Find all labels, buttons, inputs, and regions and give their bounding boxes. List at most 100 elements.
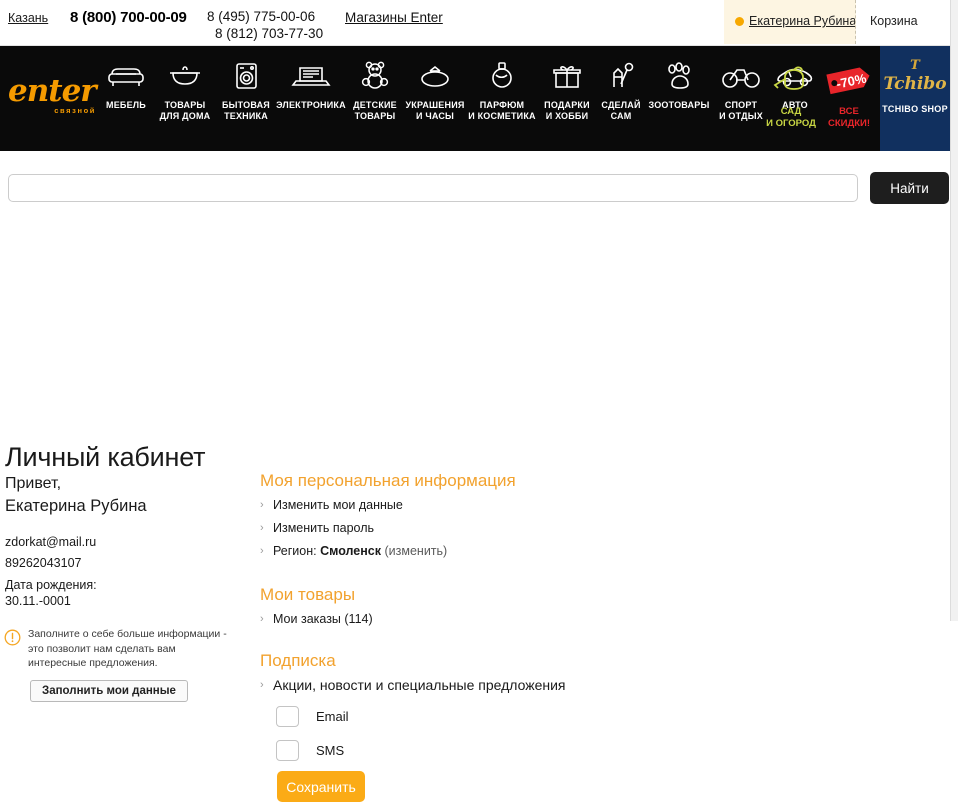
section-personal-info: Моя персональная информация › Изменить м… bbox=[260, 471, 516, 566]
nav-item-home-goods[interactable]: ТОВАРЫ ДЛЯ ДОМА bbox=[154, 56, 216, 122]
nav-item-label: ТОВАРЫ ДЛЯ ДОМА bbox=[159, 100, 211, 121]
section-my-goods: Мои товары › Мои заказы (114) bbox=[260, 585, 373, 634]
nav-item-label: ЭЛЕКТРОНИКА bbox=[276, 100, 346, 110]
link-label: Акции, новости и специальные предложения bbox=[273, 677, 566, 693]
subscription-option-sms[interactable]: SMS bbox=[276, 740, 344, 761]
subscription-option-email[interactable]: Email bbox=[276, 706, 349, 727]
tchibo-shop-block[interactable]: T Tchibo TCHIBO SHOP bbox=[880, 46, 950, 151]
promo-discounts[interactable]: -70% ВСЕ СКИДКИ! bbox=[820, 56, 878, 130]
secondary-phone-2: 8 (812) 703-77-30 bbox=[215, 26, 324, 41]
profile-notice: Заполните о себе больше информации - это… bbox=[4, 627, 229, 671]
birthdate-label: Дата рождения: bbox=[5, 578, 97, 592]
promo-label: ВСЕ СКИДКИ! bbox=[827, 106, 871, 129]
exclamation-circle-icon bbox=[4, 629, 21, 646]
nav-item-electronics[interactable]: ЭЛЕКТРОНИКА bbox=[276, 56, 346, 111]
promo-label: САД И ОГОРОД bbox=[766, 106, 816, 129]
nav-item-gifts[interactable]: ПОДАРКИ И ХОББИ bbox=[538, 56, 596, 122]
stores-link[interactable]: Магазины Enter bbox=[345, 10, 443, 25]
secondary-phone-1: 8 (495) 775-00-06 bbox=[207, 9, 316, 24]
nav-item-pets[interactable]: ЗООТОВАРЫ bbox=[646, 56, 712, 111]
pot-icon bbox=[154, 56, 216, 96]
section-title: Подписка bbox=[260, 651, 336, 670]
link-my-orders[interactable]: › Мои заказы (114) bbox=[260, 611, 373, 627]
nav-item-label: ПОДАРКИ И ХОББИ bbox=[544, 100, 590, 121]
birthdate-value: 30.11.-0001 bbox=[5, 594, 71, 608]
greeting-line-2: Екатерина Рубина bbox=[5, 497, 147, 515]
nav-item-label: ЗООТОВАРЫ bbox=[648, 100, 710, 110]
section-title: Моя персональная информация bbox=[260, 471, 516, 490]
ring-icon bbox=[404, 56, 466, 96]
fill-my-data-button[interactable]: Заполнить мои данные bbox=[30, 680, 188, 702]
region-value: Смоленск bbox=[320, 544, 382, 558]
city-link[interactable]: Казань bbox=[8, 11, 48, 25]
discount-tag-icon: -70% bbox=[820, 56, 878, 104]
greeting-block: Привет, Екатерина Рубина bbox=[5, 473, 147, 517]
nav-item-jewelry[interactable]: УКРАШЕНИЯ И ЧАСЫ bbox=[404, 56, 466, 122]
sms-checkbox-label: SMS bbox=[316, 743, 345, 758]
page-root: Казань 8 (800) 700-00-09 8 (495) 775-00-… bbox=[0, 0, 950, 802]
teddy-bear-icon bbox=[346, 56, 404, 96]
tchibo-shop-label: TCHIBO SHOP bbox=[882, 104, 948, 114]
chevron-right-icon: › bbox=[260, 545, 264, 557]
search-input[interactable] bbox=[8, 174, 858, 202]
region-change-link[interactable]: (изменить) bbox=[381, 544, 447, 558]
save-button[interactable]: Сохранить bbox=[277, 771, 365, 802]
user-birthdate: Дата рождения: 30.11.-0001 bbox=[5, 577, 97, 609]
paw-icon bbox=[646, 56, 712, 96]
nav-item-perfume[interactable]: ПАРФЮМ И КОСМЕТИКА bbox=[466, 56, 538, 122]
user-phone: 89262043107 bbox=[5, 556, 82, 570]
chevron-right-icon: › bbox=[260, 679, 264, 691]
user-email: zdorkat@mail.ru bbox=[5, 535, 97, 549]
gift-icon bbox=[538, 56, 596, 96]
link-edit-my-data[interactable]: › Изменить мои данные bbox=[260, 497, 516, 513]
email-checkbox[interactable] bbox=[276, 706, 299, 727]
nav-item-label: БЫТОВАЯ ТЕХНИКА bbox=[222, 100, 270, 121]
link-change-password[interactable]: › Изменить пароль bbox=[260, 520, 516, 536]
link-promos-news[interactable]: › Акции, новости и специальные предложен… bbox=[260, 677, 566, 693]
section-subscription: Подписка › Акции, новости и специальные … bbox=[260, 651, 566, 700]
tchibo-wordmark: Tchibo bbox=[883, 74, 947, 94]
logo-wordmark: enter bbox=[8, 73, 97, 109]
nav-items: МЕБЕЛЬ ТОВАРЫ ДЛЯ ДОМА БЫТОВАЯ ТЕХНИКА Э… bbox=[98, 46, 813, 151]
search-button[interactable]: Найти bbox=[870, 172, 949, 204]
secondary-phones: 8 (495) 775-00-06 8 (812) 703-77-30 bbox=[207, 8, 323, 42]
sms-checkbox[interactable] bbox=[276, 740, 299, 761]
nav-item-kids[interactable]: ДЕТСКИЕ ТОВАРЫ bbox=[346, 56, 404, 122]
status-dot-icon bbox=[735, 17, 744, 26]
nav-item-diy[interactable]: СДЕЛАЙ САМ bbox=[596, 56, 646, 122]
user-name-link[interactable]: Екатерина Рубина bbox=[749, 14, 855, 28]
nav-item-label: СДЕЛАЙ САМ bbox=[601, 100, 641, 121]
nav-item-label: УКРАШЕНИЯ И ЧАСЫ bbox=[405, 100, 465, 121]
chevron-right-icon: › bbox=[260, 499, 264, 511]
section-title: Мои товары bbox=[260, 585, 356, 604]
notice-text: Заполните о себе больше информации - это… bbox=[28, 628, 227, 669]
tools-icon bbox=[596, 56, 646, 96]
nav-item-label: ДЕТСКИЕ ТОВАРЫ bbox=[353, 100, 397, 121]
link-label: Изменить пароль bbox=[273, 521, 375, 535]
region-row[interactable]: › Регион: Смоленск (изменить) bbox=[260, 543, 516, 559]
promo-garden[interactable]: САД И ОГОРОД bbox=[762, 56, 820, 130]
user-account-panel[interactable]: Екатерина Рубина bbox=[724, 0, 856, 44]
region-label: Регион: bbox=[273, 544, 321, 558]
cart-link[interactable]: Корзина bbox=[870, 14, 918, 28]
watering-can-icon bbox=[762, 56, 820, 104]
link-label: Изменить мои данные bbox=[273, 498, 403, 512]
category-nav-bar: enter связной МЕБЕЛЬ ТОВАРЫ ДЛЯ ДОМА БЫТ… bbox=[0, 46, 950, 151]
washing-machine-icon bbox=[216, 56, 276, 96]
top-bar: Казань 8 (800) 700-00-09 8 (495) 775-00-… bbox=[0, 0, 950, 46]
laptop-icon bbox=[276, 56, 346, 96]
email-checkbox-label: Email bbox=[316, 709, 349, 724]
nav-item-label: МЕБЕЛЬ bbox=[106, 100, 146, 110]
enter-logo[interactable]: enter связной bbox=[8, 74, 100, 126]
nav-item-furniture[interactable]: МЕБЕЛЬ bbox=[98, 56, 154, 111]
chevron-right-icon: › bbox=[260, 613, 264, 625]
link-label: Мои заказы (114) bbox=[273, 612, 373, 626]
chevron-right-icon: › bbox=[260, 522, 264, 534]
perfume-icon bbox=[466, 56, 538, 96]
primary-phone: 8 (800) 700-00-09 bbox=[70, 9, 187, 26]
page-title: Личный кабинет bbox=[5, 442, 206, 473]
nav-item-label: ПАРФЮМ И КОСМЕТИКА bbox=[468, 100, 536, 121]
scrollbar-gutter[interactable] bbox=[950, 0, 958, 621]
nav-item-appliances[interactable]: БЫТОВАЯ ТЕХНИКА bbox=[216, 56, 276, 122]
greeting-line-1: Привет, bbox=[5, 475, 62, 492]
